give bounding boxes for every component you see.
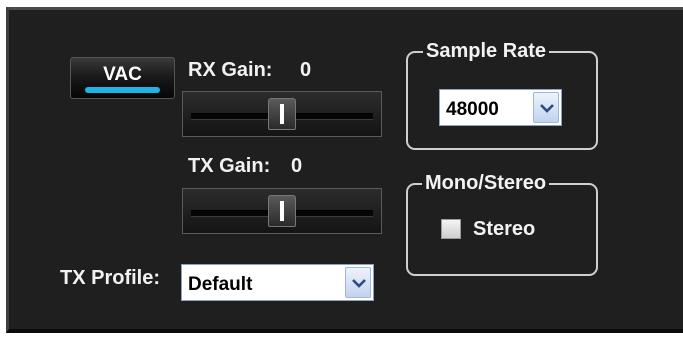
rx-gain-value: 0 xyxy=(300,59,312,81)
stereo-checkbox-label[interactable]: Stereo xyxy=(473,219,535,239)
tx-profile-dropdown[interactable]: Default xyxy=(181,264,374,301)
vac-button-label: VAC xyxy=(103,64,142,85)
rx-gain-slider[interactable] xyxy=(182,91,382,137)
vac-active-indicator xyxy=(85,87,160,93)
tx-profile-label: TX Profile: xyxy=(60,267,161,289)
sample-rate-dropdown[interactable]: 48000 xyxy=(439,89,562,126)
tx-gain-label: TX Gain: xyxy=(188,155,271,177)
vac-toggle-button[interactable]: VAC xyxy=(70,57,175,99)
stereo-checkbox[interactable] xyxy=(441,219,461,239)
chevron-down-icon[interactable] xyxy=(533,92,559,123)
tx-profile-selected-value: Default xyxy=(188,274,253,295)
chevron-down-icon[interactable] xyxy=(345,267,371,298)
rx-gain-label: RX Gain: xyxy=(188,59,273,81)
sample-rate-selected-value: 48000 xyxy=(446,99,499,120)
tx-gain-slider-thumb[interactable] xyxy=(268,195,296,227)
sample-rate-title: Sample Rate xyxy=(423,41,550,61)
rx-gain-slider-thumb[interactable] xyxy=(268,98,296,130)
tx-gain-slider[interactable] xyxy=(182,188,382,234)
mono-stereo-title: Mono/Stereo xyxy=(422,173,550,193)
tx-gain-value: 0 xyxy=(291,155,303,177)
